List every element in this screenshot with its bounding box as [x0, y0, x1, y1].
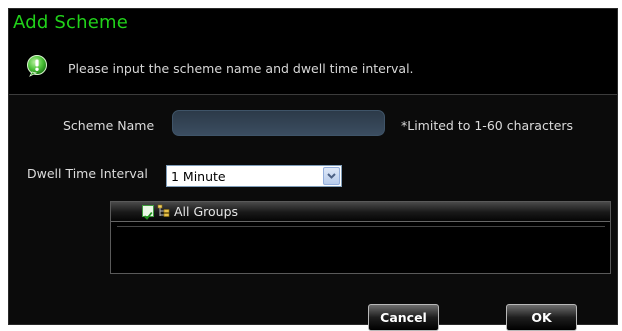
scheme-name-hint: *Limited to 1-60 characters	[401, 118, 574, 133]
tree-divider	[117, 226, 605, 227]
dwell-time-select[interactable]: 1 Minute	[166, 165, 342, 187]
dropdown-button[interactable]	[323, 167, 340, 185]
dialog-title: Add Scheme	[13, 12, 128, 33]
dwell-time-value: 1 Minute	[171, 169, 226, 184]
info-bubble-icon	[27, 55, 47, 77]
all-groups-label: All Groups	[174, 204, 239, 219]
dialog-header: Add Scheme Please input the scheme name …	[9, 9, 617, 95]
group-tree-icon	[157, 204, 170, 217]
group-tree[interactable]: All Groups	[110, 201, 611, 274]
all-groups-checkbox[interactable]	[142, 205, 154, 220]
dwell-time-label: Dwell Time Interval	[27, 166, 148, 181]
add-scheme-dialog: Add Scheme Please input the scheme name …	[8, 8, 618, 331]
tree-root-row[interactable]: All Groups	[111, 202, 610, 222]
chevron-down-icon	[327, 173, 336, 179]
cancel-button[interactable]: Cancel	[368, 304, 439, 331]
scheme-name-input[interactable]	[172, 110, 385, 136]
info-message: Please input the scheme name and dwell t…	[68, 61, 414, 76]
checkmark-icon	[143, 211, 153, 220]
scheme-name-label: Scheme Name	[63, 118, 155, 133]
ok-button[interactable]: OK	[506, 304, 577, 331]
